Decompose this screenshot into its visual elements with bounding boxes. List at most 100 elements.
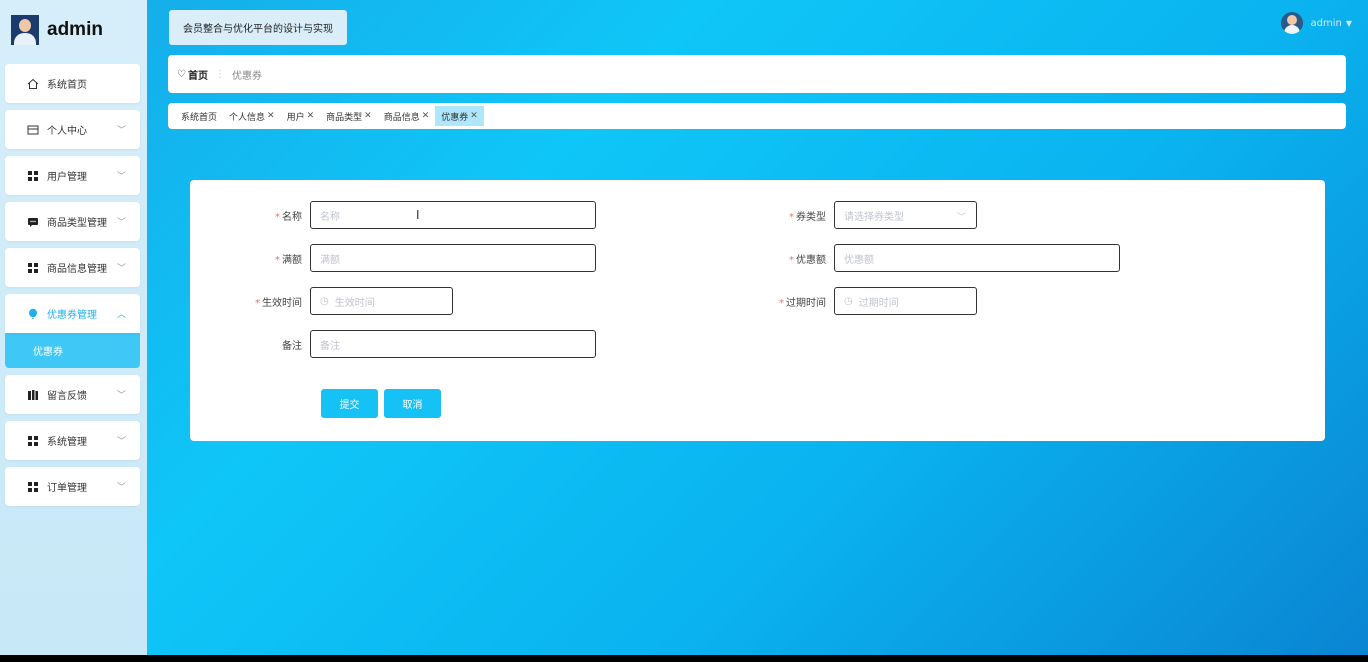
breadcrumb-home[interactable]: ♡ 首页: [177, 67, 208, 82]
full-amount-placeholder: 满额: [320, 254, 340, 266]
sidebar-item-label: 系统首页: [47, 80, 87, 91]
field-label: * 券类型: [789, 211, 826, 223]
sidebar-item-label: 用户管理: [47, 172, 87, 183]
chevron-down-icon: ﹀: [116, 483, 126, 493]
tag-users[interactable]: 用户 ✕: [281, 106, 321, 126]
field-label: * 满额: [275, 254, 302, 266]
breadcrumb: ♡ 首页 ⋮ 优惠券: [168, 55, 1346, 93]
sidebar-item-users[interactable]: 用户管理 ﹀: [5, 156, 140, 195]
remark-input[interactable]: 备注: [310, 330, 596, 358]
form-item-expire-time: * 过期时间 ◷ 过期时间: [714, 287, 977, 315]
coupon-type-select[interactable]: 请选择券类型 ﹀: [834, 201, 977, 229]
app-background: admin 系统首页 个人中心 ﹀ 用户管理 ﹀ 商品类型管理 ﹀ 商品信息管理…: [0, 0, 1368, 655]
brand-name: admin: [47, 19, 103, 40]
tag-label: 优惠券: [441, 112, 469, 123]
cancel-button[interactable]: 取消: [384, 389, 441, 418]
chevron-down-icon: ﹀: [116, 218, 126, 228]
form-item-effective-time: * 生效时间 ◷ 生效时间: [190, 287, 453, 315]
grid-icon: [27, 435, 39, 447]
chevron-down-icon: ﹀: [116, 126, 126, 136]
effective-time-picker[interactable]: ◷ 生效时间: [310, 287, 453, 315]
tag-profile[interactable]: 个人信息 ✕: [223, 106, 281, 126]
required-mark: *: [789, 211, 794, 223]
close-icon[interactable]: ✕: [422, 111, 430, 121]
book-icon: [27, 389, 39, 401]
sidebar-item-feedback[interactable]: 留言反馈 ﹀: [5, 375, 140, 414]
chevron-down-icon: ﹀: [116, 264, 126, 274]
grid-icon: [27, 262, 39, 274]
heart-icon: ♡: [177, 68, 186, 80]
clock-icon: ◷: [844, 295, 853, 307]
field-label: * 生效时间: [255, 297, 302, 309]
submit-button[interactable]: 提交: [321, 389, 378, 418]
user-name: admin: [1310, 17, 1342, 29]
breadcrumb-home-label: 首页: [187, 70, 208, 82]
tag-product-types[interactable]: 商品类型 ✕: [320, 106, 378, 126]
tag-label: 商品类型: [326, 112, 363, 123]
sidebar-item-system[interactable]: 系统管理 ﹀: [5, 421, 140, 460]
tag-label: 系统首页: [181, 112, 218, 123]
discount-amount-placeholder: 优惠额: [844, 254, 874, 266]
coupon-type-placeholder: 请选择券类型: [844, 211, 904, 223]
sidebar-subitem-coupon[interactable]: 优惠券: [5, 333, 140, 368]
tag-product-info[interactable]: 商品信息 ✕: [378, 106, 436, 126]
user-avatar: [1280, 12, 1303, 34]
effective-time-placeholder: 生效时间: [334, 297, 375, 309]
chevron-up-icon: ︿: [116, 310, 126, 320]
brand: admin: [11, 14, 103, 46]
form-item-name: * 名称 名称 I: [190, 201, 596, 229]
brand-avatar: [11, 15, 39, 45]
sidebar: admin 系统首页 个人中心 ﹀ 用户管理 ﹀ 商品类型管理 ﹀ 商品信息管理…: [0, 0, 147, 655]
text-cursor-icon: I: [416, 208, 420, 222]
clock-icon: ◷: [320, 295, 329, 307]
required-mark: *: [789, 254, 794, 266]
full-amount-input[interactable]: 满额: [310, 244, 596, 272]
tag-label: 个人信息: [229, 112, 266, 123]
close-icon[interactable]: ✕: [267, 111, 275, 121]
breadcrumb-separator: ⋮: [214, 68, 225, 80]
sidebar-subitem-label: 优惠券: [33, 347, 63, 358]
sidebar-item-profile[interactable]: 个人中心 ﹀: [5, 110, 140, 149]
sidebar-item-label: 系统管理: [47, 437, 87, 448]
tag-home[interactable]: 系统首页: [175, 106, 223, 126]
user-menu[interactable]: admin ▼: [1280, 12, 1352, 34]
name-input[interactable]: 名称 I: [310, 201, 596, 229]
tag-label: 商品信息: [383, 112, 420, 123]
close-icon[interactable]: ✕: [307, 111, 315, 121]
expire-time-placeholder: 过期时间: [858, 297, 899, 309]
sidebar-item-product-types[interactable]: 商品类型管理 ﹀: [5, 202, 140, 241]
close-icon[interactable]: ✕: [470, 111, 478, 121]
sidebar-item-orders[interactable]: 订单管理 ﹀: [5, 467, 140, 506]
coupon-form-card: * 名称 名称 I * 券类型 请选择券类型 ﹀ * 满额 满额 * 优惠额 优惠额: [190, 180, 1325, 441]
field-label: * 过期时间: [779, 297, 826, 309]
name-placeholder: 名称: [320, 211, 340, 223]
expire-time-picker[interactable]: ◷ 过期时间: [834, 287, 977, 315]
form-item-remark: 备注 备注: [190, 330, 596, 358]
close-icon[interactable]: ✕: [364, 111, 372, 121]
chevron-down-icon: ﹀: [116, 391, 126, 401]
required-mark: *: [255, 297, 260, 309]
discount-amount-input[interactable]: 优惠额: [834, 244, 1120, 272]
tag-label: 用户: [286, 112, 305, 123]
sidebar-item-label: 商品类型管理: [47, 218, 107, 229]
home-icon: [27, 78, 39, 90]
form-item-coupon-type: * 券类型 请选择券类型 ﹀: [714, 201, 977, 229]
grid-icon: [27, 170, 39, 182]
field-label: * 优惠额: [789, 254, 826, 266]
sidebar-item-label: 优惠券管理: [47, 310, 97, 321]
required-mark: *: [275, 211, 280, 223]
required-mark: *: [275, 254, 280, 266]
chat-icon: [27, 216, 39, 228]
balloon-icon: [27, 308, 39, 320]
sidebar-item-product-info[interactable]: 商品信息管理 ﹀: [5, 248, 140, 287]
tag-coupon[interactable]: 优惠券 ✕: [435, 106, 484, 126]
caret-down-icon: ▼: [1345, 18, 1352, 28]
sidebar-item-home[interactable]: 系统首页: [5, 64, 140, 103]
breadcrumb-current: 优惠券: [231, 70, 262, 82]
sidebar-item-label: 订单管理: [47, 483, 87, 494]
bottom-strip: [0, 655, 1368, 662]
sidebar-item-coupons[interactable]: 优惠券管理 ︿: [5, 294, 140, 333]
field-label: * 名称: [275, 211, 302, 223]
chevron-down-icon: ﹀: [116, 437, 126, 447]
sidebar-item-label: 个人中心: [47, 126, 87, 137]
